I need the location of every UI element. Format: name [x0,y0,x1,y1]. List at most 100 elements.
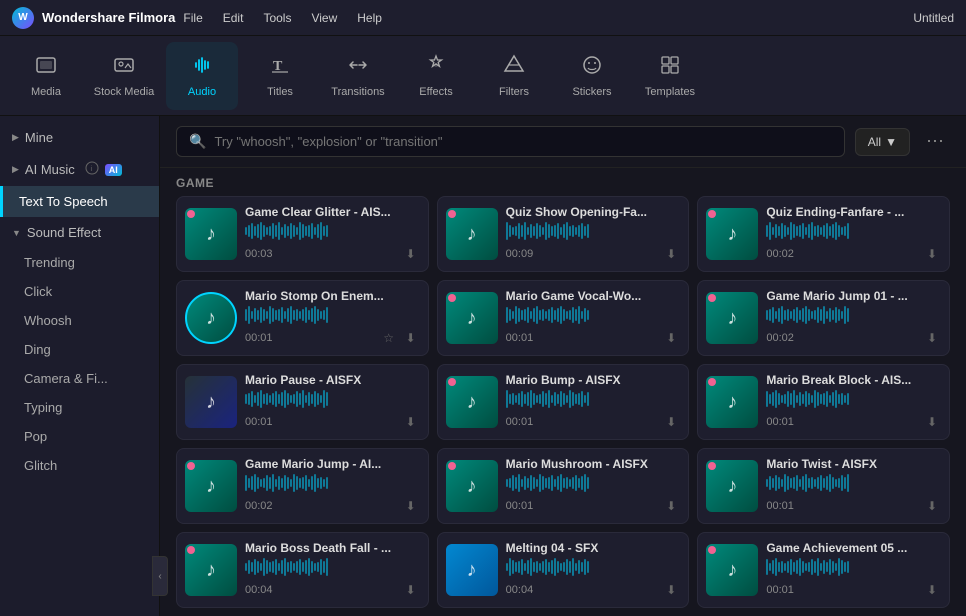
toolbar-stock-media[interactable]: Stock Media [88,42,160,110]
sidebar-sub-ding[interactable]: Ding [0,335,159,364]
star-button[interactable]: ☆ [380,329,398,347]
sidebar-sub-typing[interactable]: Typing [0,393,159,422]
more-options-button[interactable]: ⋯ [920,127,950,157]
toolbar-effects[interactable]: Effects [400,42,472,110]
sound-duration: 00:01 [245,332,273,344]
sound-card[interactable]: ♪ Mario Bump - AISFX 00:01 ⬇ [437,364,690,440]
search-filter-button[interactable]: All ▼ [855,128,910,156]
download-button[interactable]: ⬇ [662,245,680,263]
wave-bar [299,222,301,240]
wave-bar [287,226,289,236]
stock-media-icon [113,54,135,82]
sound-duration: 00:04 [506,584,534,596]
sound-waveform [245,557,420,577]
sound-card[interactable]: ♪ Mario Boss Death Fall - ... 00:04 ⬇ [176,532,429,608]
download-button[interactable]: ⬇ [662,497,680,515]
wave-bar [260,222,262,240]
sound-card[interactable]: ♪ Mario Break Block - AIS... 00:01 ⬇ [697,364,950,440]
menu-view[interactable]: View [311,11,337,25]
search-input[interactable] [214,134,831,149]
wave-bar [581,311,583,319]
menu-edit[interactable]: Edit [223,11,244,25]
sidebar-collapse-button[interactable]: ‹ [152,556,168,596]
wave-bar [524,476,526,490]
wave-bar [533,562,535,572]
download-button[interactable]: ⬇ [402,245,420,263]
sound-waveform [506,389,681,409]
sound-thumbnail: ♪ [706,460,758,512]
sound-card[interactable]: ♪ Game Clear Glitter - AIS... 00:03 ⬇ [176,196,429,272]
download-button[interactable]: ⬇ [402,329,420,347]
wave-bar [823,560,825,574]
menu-help[interactable]: Help [357,11,382,25]
music-note-icon: ♪ [727,391,737,414]
sidebar-sub-whoosh[interactable]: Whoosh [0,306,159,335]
wave-bar [787,391,789,407]
sound-card[interactable]: ♪ Mario Stomp On Enem... 00:01 ☆ ⬇ ⋯ [176,280,429,356]
sound-info: Melting 04 - SFX 00:04 ⬇ [506,541,681,599]
toolbar-filters[interactable]: Filters [478,42,550,110]
sidebar-item-text-to-speech[interactable]: Text To Speech [0,186,159,217]
wave-bar [766,391,768,407]
download-button[interactable]: ⬇ [923,329,941,347]
sidebar-item-sound-effect[interactable]: ▼ Sound Effect [0,217,159,248]
toolbar-media-label: Media [31,86,61,98]
wave-bar [323,390,325,408]
toolbar-stickers[interactable]: Stickers [556,42,628,110]
wave-bar [248,393,250,405]
wave-bar [305,475,307,491]
wave-bar [569,390,571,408]
menu-tools[interactable]: Tools [263,11,291,25]
wave-bar [769,222,771,240]
sound-card[interactable]: ♪ Game Mario Jump 01 - ... 00:02 ⬇ [697,280,950,356]
wave-bar [790,393,792,405]
toolbar-media[interactable]: Media [10,42,82,110]
sidebar-sub-click[interactable]: Click [0,277,159,306]
sidebar-sub-trending[interactable]: Trending [0,248,159,277]
sidebar-item-mine[interactable]: ▶ Mine [0,122,159,153]
sound-card[interactable]: ♪ Game Mario Jump - AI... 00:02 ⬇ [176,448,429,524]
wave-bar [784,310,786,320]
download-button[interactable]: ⬇ [402,413,420,431]
sound-card[interactable]: ♪ Mario Twist - AISFX 00:01 ⬇ [697,448,950,524]
toolbar-titles[interactable]: T Titles [244,42,316,110]
wave-bar [518,561,520,573]
sound-card[interactable]: ♪ Mario Game Vocal-Wo... 00:01 ⬇ [437,280,690,356]
wave-bar [844,306,846,324]
sound-card[interactable]: ♪ Mario Pause - AISFX 00:01 ⬇ [176,364,429,440]
sidebar-item-ai-music[interactable]: ▶ AI Music i AI [0,153,159,186]
wave-bar [311,476,313,490]
toolbar-audio[interactable]: Audio [166,42,238,110]
download-button[interactable]: ⬇ [662,581,680,599]
wave-bar [778,226,780,236]
sidebar-sub-camera[interactable]: Camera & Fi... [0,364,159,393]
download-button[interactable]: ⬇ [402,581,420,599]
menu-file[interactable]: File [183,11,202,25]
toolbar-transitions[interactable]: Transitions [322,42,394,110]
wave-bar [245,309,247,321]
download-button[interactable]: ⬇ [923,413,941,431]
sound-card[interactable]: ♪ Quiz Show Opening-Fa... 00:09 ⬇ [437,196,690,272]
wave-bar [799,479,801,487]
download-button[interactable]: ⬇ [402,497,420,515]
wave-bar [512,393,514,405]
wave-bar [530,224,532,238]
sidebar-sub-pop[interactable]: Pop [0,422,159,451]
download-button[interactable]: ⬇ [662,413,680,431]
download-button[interactable]: ⬇ [662,329,680,347]
sound-card[interactable]: ♪ Quiz Ending-Fanfare - ... 00:02 ⬇ [697,196,950,272]
wave-bar [326,225,328,237]
sound-card[interactable]: ♪ Game Achievement 05 ... 00:01 ⬇ [697,532,950,608]
wave-bar [811,222,813,240]
sidebar-sub-glitch[interactable]: Glitch [0,451,159,480]
sound-card[interactable]: ♪ Melting 04 - SFX 00:04 ⬇ [437,532,690,608]
download-button[interactable]: ⬇ [923,245,941,263]
wave-bar [787,309,789,321]
download-button[interactable]: ⬇ [923,581,941,599]
wave-bar [302,390,304,408]
toolbar-templates[interactable]: Templates [634,42,706,110]
wave-bar [578,393,580,405]
download-button[interactable]: ⬇ [923,497,941,515]
wave-bar [769,563,771,571]
sound-card[interactable]: ♪ Mario Mushroom - AISFX 00:01 ⬇ [437,448,690,524]
